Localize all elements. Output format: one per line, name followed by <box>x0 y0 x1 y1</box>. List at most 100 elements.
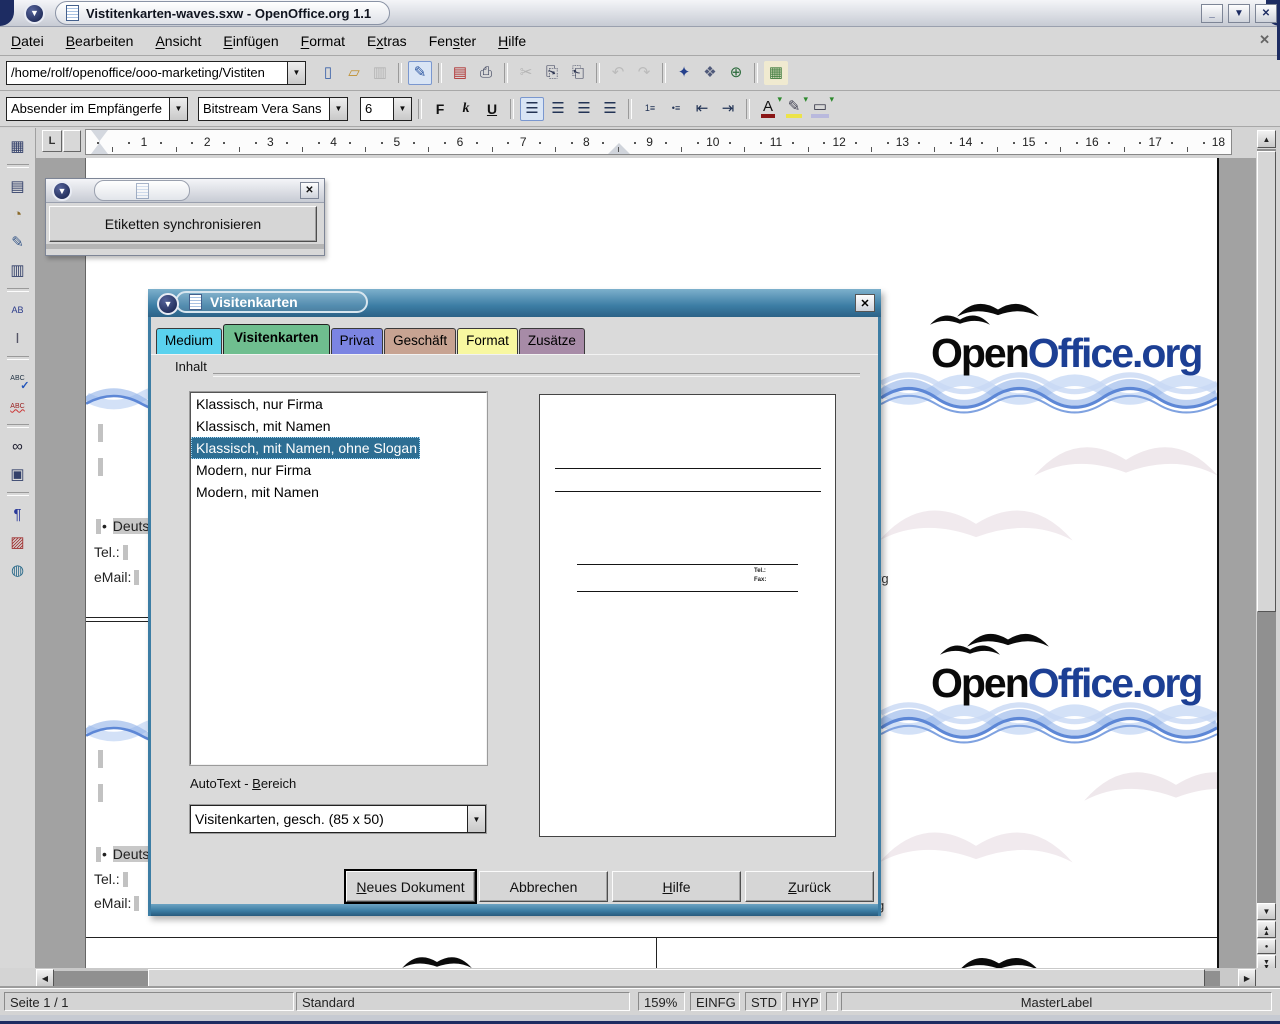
highlighting-icon[interactable]: ✎ <box>782 97 806 121</box>
stylist-icon[interactable]: ❖ <box>698 61 722 85</box>
page-indicator[interactable]: Seite 1 / 1 <box>4 992 294 1011</box>
align-right-icon[interactable]: ☰ <box>572 97 596 121</box>
content-list-item[interactable]: Klassisch, nur Firma <box>191 393 486 415</box>
insert-graphics-icon[interactable]: ◔ <box>6 202 30 226</box>
hyperlink-mode-indicator[interactable]: HYP <box>786 992 821 1011</box>
insert-mode-indicator[interactable]: EINFG <box>690 992 740 1011</box>
neues-dokument-button[interactable]: Neues Dokument <box>346 871 475 902</box>
content-list-item[interactable]: Klassisch, mit Namen, ohne Slogan <box>191 437 420 459</box>
indent-marker[interactable] <box>91 130 108 154</box>
tab-format[interactable]: Format <box>457 328 518 354</box>
insert-frame-icon[interactable]: ▤ <box>6 174 30 198</box>
graphics-toggle-icon[interactable]: ▨ <box>6 530 30 554</box>
insert-table-icon[interactable]: ▦ <box>6 134 30 158</box>
align-center-icon[interactable]: ☰ <box>546 97 570 121</box>
tab-type-button[interactable]: L <box>42 130 62 152</box>
align-justify-icon[interactable]: ☰ <box>598 97 622 121</box>
content-list-item[interactable]: Modern, nur Firma <box>191 459 486 481</box>
export-pdf-icon[interactable]: ▤ <box>448 61 472 85</box>
scroll-up-button[interactable]: ▲ <box>1257 130 1276 148</box>
hilfe-button[interactable]: Hilfe <box>612 871 741 902</box>
edit-file-icon[interactable]: ✎ <box>408 61 432 85</box>
menu-ansicht[interactable]: Ansicht <box>144 28 212 54</box>
autotext-dropdown-button[interactable]: ▼ <box>467 806 485 832</box>
scroll-down-button[interactable]: ▼ <box>1257 903 1276 920</box>
menu-hilfe[interactable]: Hilfe <box>487 28 537 54</box>
menu-format[interactable]: Format <box>290 28 356 54</box>
autotext-input[interactable] <box>191 806 467 832</box>
navigation-button[interactable]: ● <box>1257 939 1276 954</box>
hyperlink-icon[interactable]: ⊕ <box>724 61 748 85</box>
auto-spellcheck-icon[interactable]: ABC <box>6 394 30 418</box>
draw-functions-icon[interactable]: ✎ <box>6 230 30 254</box>
autotext-icon[interactable]: AB <box>6 298 30 322</box>
menu-bearbeiten[interactable]: Bearbeiten <box>55 28 145 54</box>
url-dropdown-button[interactable]: ▼ <box>287 62 305 84</box>
float-titlebar[interactable]: ▼ ✕ <box>46 179 324 203</box>
zurück-button[interactable]: Zurück <box>745 871 874 902</box>
page-style-indicator[interactable]: Standard <box>296 992 630 1011</box>
paragraph-background-icon[interactable]: ▭ <box>808 97 832 121</box>
tab-visitenkarten[interactable]: Visitenkarten <box>223 324 330 354</box>
selection-mode-indicator[interactable]: STD <box>745 992 782 1011</box>
dialog-titlebar[interactable]: ▼ Visitenkarten ✕ <box>148 289 881 317</box>
horizontal-ruler[interactable]: 123456789101112131415161718 <box>85 129 1232 155</box>
gallery-icon[interactable]: ▦ <box>764 61 788 85</box>
data-sources-icon[interactable]: ▣ <box>6 462 30 486</box>
close-document-icon[interactable]: ✕ <box>1259 32 1270 48</box>
url-input[interactable] <box>7 62 287 84</box>
scroll-right-button[interactable]: ▶ <box>1238 969 1256 987</box>
float-menu-button[interactable]: ▼ <box>52 181 72 201</box>
content-list-item[interactable]: Modern, mit Namen <box>191 481 486 503</box>
size-dropdown-button[interactable]: ▼ <box>393 98 411 120</box>
synchronize-labels-button[interactable]: Etiketten synchronisieren <box>49 206 317 242</box>
float-close-button[interactable]: ✕ <box>300 182 319 199</box>
font-color-icon[interactable]: A <box>756 97 780 121</box>
tab-geschft[interactable]: Geschäft <box>384 328 456 354</box>
shade-button[interactable]: ▼ <box>1228 4 1250 23</box>
underline-button[interactable]: U <box>480 97 504 121</box>
content-listbox[interactable]: Klassisch, nur FirmaKlassisch, mit Namen… <box>190 392 487 765</box>
zoom-indicator[interactable]: 159% <box>638 992 685 1011</box>
content-list-item[interactable]: Klassisch, mit Namen <box>191 415 486 437</box>
font-size-input[interactable] <box>361 98 393 120</box>
bold-button[interactable]: F <box>428 97 452 121</box>
find-icon[interactable]: ∞ <box>6 434 30 458</box>
nonprinting-characters-icon[interactable]: ¶ <box>6 502 30 526</box>
abbrechen-button[interactable]: Abbrechen <box>479 871 608 902</box>
increase-indent-icon[interactable]: ⇥ <box>716 97 740 121</box>
numbered-list-icon[interactable]: 1≡ <box>638 97 662 121</box>
font-name-input[interactable] <box>199 98 329 120</box>
menu-einfgen[interactable]: Einfügen <box>212 28 289 54</box>
minimize-button[interactable]: _ <box>1201 4 1223 23</box>
close-button[interactable]: ✕ <box>1255 4 1277 23</box>
open-icon[interactable]: ▱ <box>342 61 366 85</box>
copy-icon[interactable]: ⎘ <box>540 61 564 85</box>
window-menu-button[interactable]: ▼ <box>24 3 45 24</box>
insert-form-icon[interactable]: ▥ <box>6 258 30 282</box>
dialog-menu-button[interactable]: ▼ <box>157 293 179 315</box>
vertical-scrollbar-thumb[interactable] <box>1257 151 1276 612</box>
paragraph-style-input[interactable] <box>7 98 169 120</box>
spellcheck-icon[interactable]: ABC <box>6 366 30 390</box>
dialog-resize-border[interactable] <box>148 904 881 916</box>
print-icon[interactable]: ⎙ <box>474 61 498 85</box>
font-dropdown-button[interactable]: ▼ <box>329 98 347 120</box>
paste-icon[interactable]: ⎗ <box>566 61 590 85</box>
menu-fenster[interactable]: Fenster <box>418 28 487 54</box>
menu-datei[interactable]: Datei <box>0 28 55 54</box>
tab-medium[interactable]: Medium <box>156 328 222 354</box>
italic-button[interactable]: k <box>454 97 478 121</box>
navigator-icon[interactable]: ✦ <box>672 61 696 85</box>
menu-extras[interactable]: Extras <box>356 28 418 54</box>
tab-stop-marker[interactable] <box>608 143 630 154</box>
online-layout-icon[interactable]: ◍ <box>6 558 30 582</box>
tab-zustze[interactable]: Zusätze <box>519 328 585 354</box>
horizontal-scrollbar-thumb[interactable] <box>148 969 1205 988</box>
bullet-list-icon[interactable]: •≡ <box>664 97 688 121</box>
new-document-icon[interactable]: ▯ <box>316 61 340 85</box>
previous-page-button[interactable]: ▲▲ <box>1257 921 1276 938</box>
dialog-close-button[interactable]: ✕ <box>855 294 875 312</box>
align-left-icon[interactable]: ☰ <box>520 97 544 121</box>
style-dropdown-button[interactable]: ▼ <box>169 98 187 120</box>
